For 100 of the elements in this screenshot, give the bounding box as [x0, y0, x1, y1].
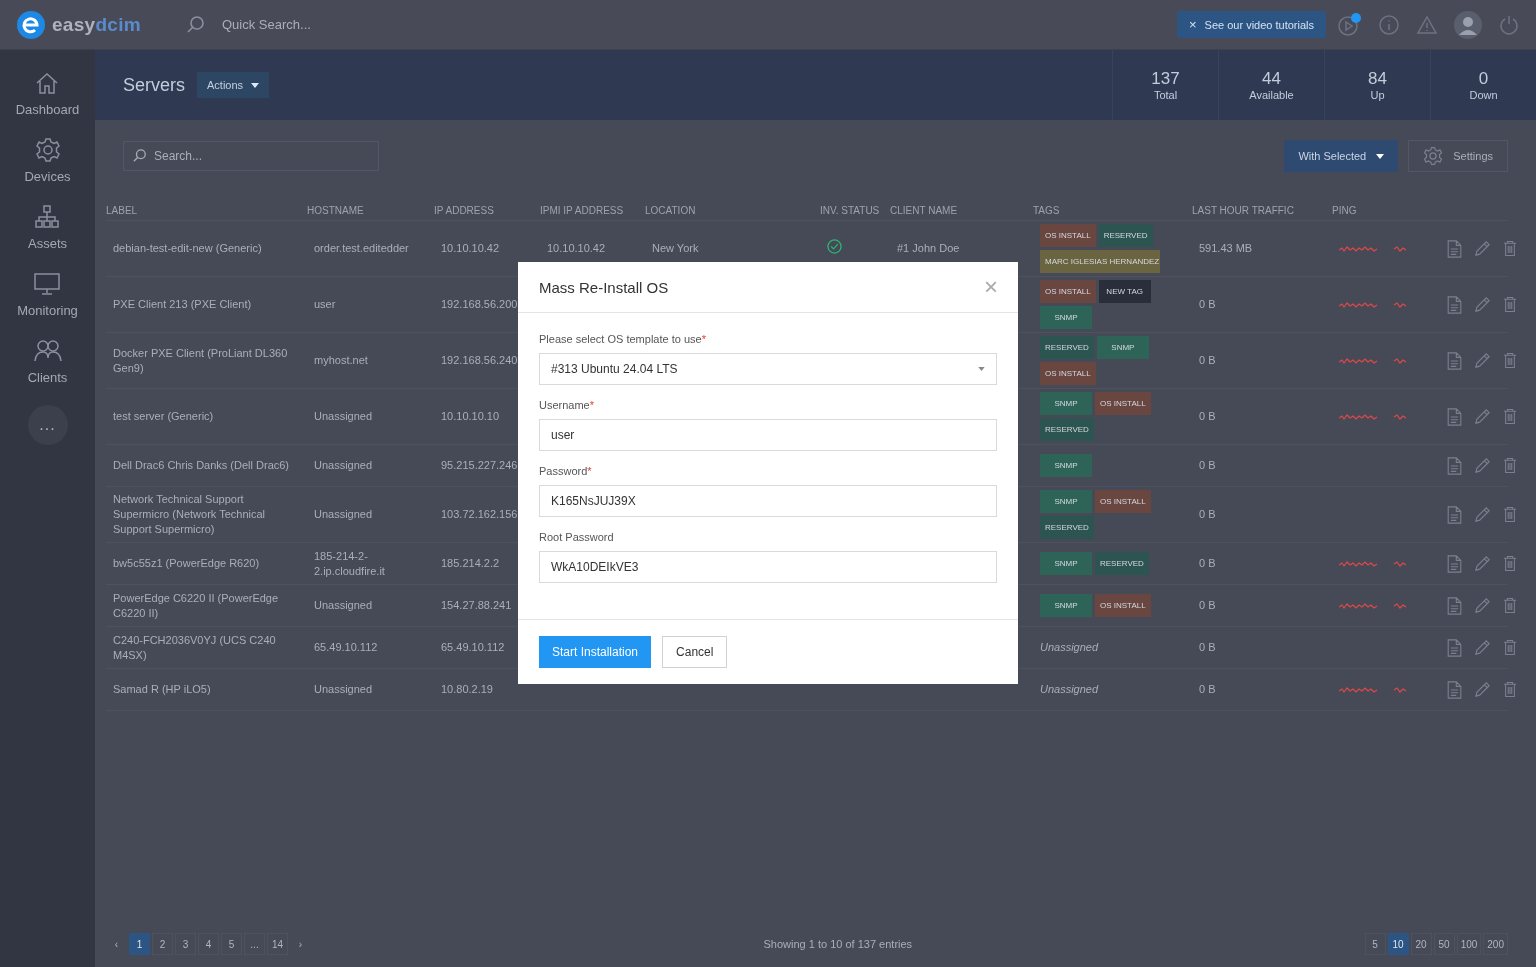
table-cell-text: 185.214.2.2: [440, 556, 501, 571]
page-button[interactable]: 4: [198, 933, 219, 955]
trash-icon[interactable]: [1503, 639, 1517, 656]
document-icon[interactable]: [1447, 554, 1462, 573]
trash-icon[interactable]: [1503, 408, 1517, 425]
sidebar-item[interactable]: Monitoring: [17, 271, 78, 318]
page-size-button[interactable]: 5: [1364, 933, 1386, 955]
page-button[interactable]: 3: [175, 933, 196, 955]
table-cell-text: PXE Client 213 (PXE Client): [112, 297, 253, 312]
tag: RESERVED: [1095, 552, 1149, 575]
sidebar-item[interactable]: Devices: [24, 137, 71, 184]
stat-label: Total: [1153, 89, 1178, 101]
trash-icon[interactable]: [1503, 555, 1517, 572]
column-header[interactable]: INV. STATUS: [820, 204, 890, 216]
avatar-icon[interactable]: [1454, 10, 1482, 39]
page-button[interactable]: 5: [221, 933, 242, 955]
page-size-button[interactable]: 200: [1483, 933, 1508, 955]
info-icon[interactable]: [1378, 13, 1400, 36]
column-header[interactable]: LABEL: [106, 204, 307, 216]
pencil-icon[interactable]: [1474, 639, 1491, 656]
quick-search-field[interactable]: Quick Search...: [220, 16, 344, 33]
input-field[interactable]: WkA10DEIkVE3: [539, 551, 997, 583]
pencil-icon[interactable]: [1474, 296, 1491, 313]
table-cell-text: 185-214-2-2.ip.cloudfire.it: [313, 548, 386, 579]
table-cell-text: 95.215.227.246: [440, 458, 519, 473]
tag: OS INSTALL: [1095, 490, 1151, 513]
column-header[interactable]: IP ADDRESS: [434, 204, 540, 216]
sidebar-item[interactable]: Assets: [28, 204, 67, 251]
pencil-icon[interactable]: [1474, 555, 1491, 572]
table-cell-text: 0 B: [1198, 598, 1217, 613]
trash-icon[interactable]: [1503, 296, 1517, 313]
document-icon[interactable]: [1447, 680, 1462, 699]
trash-icon[interactable]: [1503, 457, 1517, 474]
column-header[interactable]: TAGS: [1033, 204, 1192, 216]
video-tutorials-tooltip[interactable]: × See our video tutorials: [1176, 11, 1326, 38]
stat-value: 0: [1478, 69, 1489, 89]
trash-icon[interactable]: [1503, 352, 1517, 369]
column-header[interactable]: PING: [1332, 204, 1440, 216]
trash-icon[interactable]: [1503, 681, 1517, 698]
monitor-icon: [34, 271, 61, 297]
power-icon[interactable]: [1498, 13, 1520, 36]
page-button[interactable]: 14: [267, 933, 288, 955]
cancel-button[interactable]: Cancel: [662, 636, 728, 668]
caret-icon: [1376, 153, 1385, 159]
play-icon[interactable]: [1336, 11, 1362, 38]
document-icon[interactable]: [1447, 596, 1462, 615]
table-cell-text: Unassigned: [313, 409, 374, 424]
pencil-icon[interactable]: [1474, 597, 1491, 614]
document-icon[interactable]: [1447, 505, 1462, 524]
trash-icon[interactable]: [1503, 597, 1517, 614]
page-button[interactable]: 1: [129, 933, 150, 955]
tag: SNMP: [1040, 594, 1092, 617]
os-template-select[interactable]: #313 Ubuntu 24.04 LTS: [539, 353, 997, 385]
table-cell-text: user: [313, 297, 337, 312]
document-icon[interactable]: [1447, 351, 1462, 370]
page-size-button[interactable]: 100: [1456, 933, 1482, 955]
tag: SNMP: [1040, 392, 1092, 415]
page-size-button[interactable]: 20: [1410, 933, 1432, 955]
page-button[interactable]: ...: [244, 933, 265, 955]
document-icon[interactable]: [1447, 407, 1462, 426]
column-header[interactable]: HOSTNAME: [307, 204, 434, 216]
trash-icon[interactable]: [1503, 240, 1517, 257]
warning-icon[interactable]: [1416, 13, 1438, 36]
close-button[interactable]: ×: [984, 273, 998, 301]
start-installation-button[interactable]: Start Installation: [539, 636, 652, 668]
column-header[interactable]: LAST HOUR TRAFFIC: [1192, 204, 1332, 216]
close-icon[interactable]: ×: [1188, 17, 1197, 32]
settings-button[interactable]: Settings: [1408, 140, 1508, 172]
pencil-icon[interactable]: [1474, 240, 1491, 257]
search-field[interactable]: Search...: [123, 141, 379, 171]
pencil-icon[interactable]: [1474, 352, 1491, 369]
page-size-button[interactable]: 10: [1387, 933, 1409, 955]
table-cell-text: Samad R (HP iLO5): [112, 682, 212, 697]
input-field[interactable]: K165NsJUJ39X: [539, 485, 997, 517]
column-header[interactable]: IPMI IP ADDRESS: [540, 204, 645, 216]
more-button[interactable]: ...: [27, 405, 68, 445]
table-cell-text: 0 B: [1198, 640, 1217, 655]
sidebar-item[interactable]: Dashboard: [15, 70, 80, 117]
pencil-icon[interactable]: [1474, 681, 1491, 698]
with-selected-button[interactable]: With Selected: [1284, 140, 1399, 172]
field-label: Password*: [539, 465, 593, 477]
logo-icon: [16, 9, 46, 40]
search-icon[interactable]: [186, 14, 206, 35]
input-field[interactable]: user: [539, 419, 997, 451]
sidebar-item[interactable]: Clients: [27, 338, 68, 385]
stat-value: 137: [1151, 69, 1180, 89]
document-icon[interactable]: [1447, 456, 1462, 475]
document-icon[interactable]: [1447, 239, 1462, 258]
document-icon[interactable]: [1447, 295, 1462, 314]
pencil-icon[interactable]: [1474, 408, 1491, 425]
field-label: Please select OS template to use*: [539, 333, 707, 345]
document-icon[interactable]: [1447, 638, 1462, 657]
pencil-icon[interactable]: [1474, 506, 1491, 523]
trash-icon[interactable]: [1503, 506, 1517, 523]
column-header[interactable]: LOCATION: [645, 204, 820, 216]
actions-button[interactable]: Actions: [197, 72, 270, 98]
page-button[interactable]: 2: [152, 933, 173, 955]
page-size-button[interactable]: 50: [1433, 933, 1455, 955]
pencil-icon[interactable]: [1474, 457, 1491, 474]
column-header[interactable]: CLIENT NAME: [890, 204, 1033, 216]
